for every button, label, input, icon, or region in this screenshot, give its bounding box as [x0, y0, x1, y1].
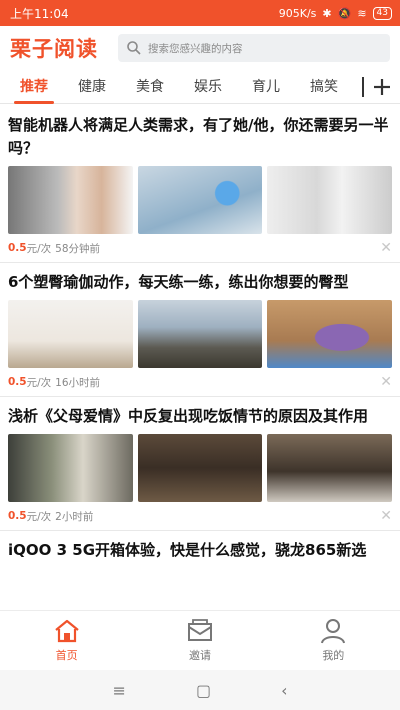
article-thumbnail[interactable]: [8, 434, 133, 502]
search-input[interactable]: 搜索您感兴趣的内容: [118, 34, 390, 62]
app-logo: 栗子阅读: [10, 37, 98, 61]
article-title[interactable]: 智能机器人将满足人类需求，有了她/他，你还需要另一半吗？: [8, 114, 392, 160]
menu-icon[interactable]: ≡: [113, 681, 126, 700]
nav-label: 我的: [322, 649, 345, 662]
category-tabs: 推荐 健康 美食 娱乐 育儿 搞笑: [0, 70, 400, 104]
article-thumbnail[interactable]: [267, 300, 393, 368]
article-feed[interactable]: 智能机器人将满足人类需求，有了她/他，你还需要另一半吗？ 0.5 元/次 58分…: [0, 106, 400, 603]
article-title[interactable]: 浅析《父母爱情》中反复出现吃饭情节的原因及其作用: [8, 405, 392, 428]
article-card[interactable]: 智能机器人将满足人类需求，有了她/他，你还需要另一半吗？ 0.5 元/次 58分…: [0, 106, 400, 263]
wifi-icon: ≋: [357, 6, 367, 20]
article-time: 16小时前: [55, 376, 101, 389]
article-card[interactable]: 6个塑臀瑜伽动作，每天练一练，练出你想要的臀型 0.5 元/次 16小时前 ✕: [0, 263, 400, 397]
article-thumbnail[interactable]: [137, 166, 263, 234]
article-thumbnail[interactable]: [137, 300, 263, 368]
article-title[interactable]: iQOO 3 5G开箱体验，快是什么感觉，骁龙865新选: [8, 539, 392, 562]
battery-indicator: 43: [372, 6, 392, 20]
status-bar: 上午11:04 905K/s ✱ 🔕 ≋ 43: [0, 0, 400, 26]
mail-icon: [187, 619, 212, 641]
system-navigation-bar: ≡ ▢ ‹: [0, 670, 400, 710]
search-icon: [127, 41, 141, 55]
nav-label: 邀请: [188, 649, 211, 662]
plus-icon: [374, 78, 390, 95]
article-meta: 0.5 元/次 58分钟前 ✕: [8, 234, 392, 262]
add-category-button[interactable]: [364, 70, 400, 104]
article-title[interactable]: 6个塑臀瑜伽动作，每天练一练，练出你想要的臀型: [8, 271, 392, 294]
price-unit: 元/次: [26, 376, 52, 389]
article-thumbnail[interactable]: [267, 166, 393, 234]
close-icon[interactable]: ✕: [380, 508, 392, 524]
nav-home[interactable]: 首页: [0, 611, 133, 670]
nav-invite[interactable]: 邀请: [133, 611, 266, 670]
close-icon[interactable]: ✕: [380, 374, 392, 390]
article-time: 58分钟前: [55, 242, 101, 255]
nav-label: 首页: [55, 649, 78, 662]
back-icon[interactable]: ‹: [281, 681, 287, 700]
user-icon: [321, 619, 346, 644]
article-thumbnail[interactable]: [8, 300, 133, 368]
tab-health[interactable]: 健康: [68, 70, 116, 104]
tab-parenting[interactable]: 育儿: [242, 70, 290, 104]
price-unit: 元/次: [26, 510, 52, 523]
network-speed: 905K/s: [278, 6, 317, 20]
article-price: 0.5: [8, 376, 27, 388]
article-meta: 0.5 元/次 2小时前 ✕: [8, 502, 392, 530]
bluetooth-icon: ✱: [322, 6, 332, 20]
app-header: 栗子阅读 搜索您感兴趣的内容: [0, 26, 400, 70]
tab-recommend[interactable]: 推荐: [10, 70, 58, 104]
article-time: 2小时前: [55, 510, 94, 523]
article-thumbnail[interactable]: [267, 434, 393, 502]
tab-funny[interactable]: 搞笑: [300, 70, 348, 104]
price-unit: 元/次: [26, 242, 52, 255]
mute-icon: 🔕: [337, 6, 352, 20]
article-price: 0.5: [8, 510, 27, 522]
tab-entertainment[interactable]: 娱乐: [184, 70, 232, 104]
home-icon: [54, 619, 79, 643]
close-icon[interactable]: ✕: [380, 240, 392, 256]
article-meta: 0.5 元/次 16小时前 ✕: [8, 368, 392, 396]
article-card[interactable]: iQOO 3 5G开箱体验，快是什么感觉，骁龙865新选: [0, 531, 400, 562]
status-time: 上午11:04: [10, 6, 69, 21]
nav-profile[interactable]: 我的: [267, 611, 400, 670]
tab-food[interactable]: 美食: [126, 70, 174, 104]
article-card[interactable]: 浅析《父母爱情》中反复出现吃饭情节的原因及其作用 0.5 元/次 2小时前 ✕: [0, 397, 400, 531]
search-placeholder: 搜索您感兴趣的内容: [148, 42, 243, 55]
bottom-navigation: 首页 邀请 我的: [0, 610, 400, 670]
article-price: 0.5: [8, 242, 27, 254]
article-thumbnail[interactable]: [8, 166, 133, 234]
article-thumbnail[interactable]: [137, 434, 263, 502]
home-button-icon[interactable]: ▢: [196, 681, 211, 700]
